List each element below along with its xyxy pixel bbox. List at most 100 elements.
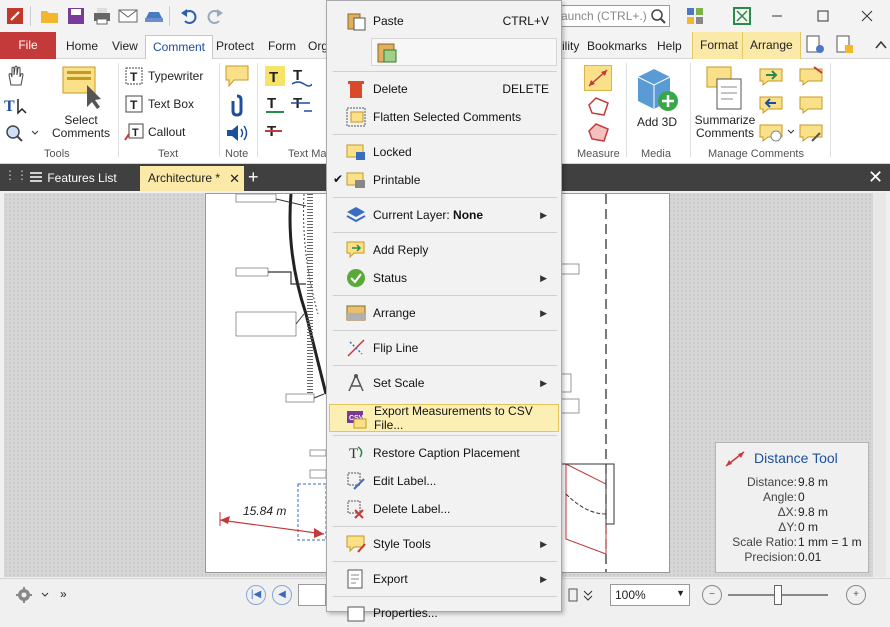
menu-item-properties[interactable]: Properties... xyxy=(329,599,559,627)
tab-protect[interactable]: Protect xyxy=(209,35,261,59)
select-text-icon[interactable]: T xyxy=(4,95,30,118)
menu-item-flip-line[interactable]: Flip Line xyxy=(329,334,559,362)
printable-label: Printable xyxy=(373,173,421,187)
maximize-button[interactable] xyxy=(800,0,846,32)
save-icon[interactable] xyxy=(65,5,87,27)
menu-item-export-csv[interactable]: CSV Export Measurements to CSV File... xyxy=(329,404,559,432)
vertical-scrollbar[interactable] xyxy=(873,193,886,577)
check-icon: ✔ xyxy=(333,172,344,186)
comment-list-icon[interactable] xyxy=(798,93,824,118)
menu-item-edit-label[interactable]: Edit Label... xyxy=(329,467,559,495)
zoom-slider-thumb[interactable] xyxy=(774,585,782,605)
text-box-button[interactable]: T Text Box xyxy=(124,93,194,115)
menu-item-restore-caption[interactable]: T Restore Caption Placement xyxy=(329,439,559,467)
previous-page-icon[interactable]: ◀ xyxy=(272,585,292,605)
underline-text-icon[interactable]: T xyxy=(290,65,313,90)
fullscreen-icon[interactable] xyxy=(731,5,753,27)
separator xyxy=(333,134,557,135)
measurement-label[interactable]: 15.84 m xyxy=(243,504,286,518)
comment-flag-icon[interactable] xyxy=(798,65,824,90)
separator xyxy=(333,197,557,198)
zoom-out-icon[interactable]: − xyxy=(702,585,722,605)
squiggly-text-icon[interactable]: T xyxy=(264,93,286,118)
menu-item-style-tools[interactable]: Style Tools ▶ xyxy=(329,530,559,558)
tab-file[interactable]: File xyxy=(0,32,56,59)
attach-file-icon[interactable] xyxy=(227,93,247,120)
open-folder-icon[interactable] xyxy=(39,5,61,27)
menu-item-status[interactable]: Status ▶ xyxy=(329,264,559,292)
replace-text-icon[interactable]: T xyxy=(290,93,314,118)
close-document-icon[interactable]: ✕ xyxy=(868,167,883,187)
menu-item-printable[interactable]: ✔ Printable xyxy=(329,166,559,194)
print-icon[interactable] xyxy=(91,5,113,27)
menu-item-current-layer[interactable]: Current Layer: None ▶ xyxy=(329,201,559,229)
new-tab-icon[interactable]: + xyxy=(248,166,259,188)
sticky-note-icon[interactable] xyxy=(225,65,249,90)
tab-features-list[interactable]: Features List xyxy=(22,166,125,191)
zoom-in-icon[interactable]: + xyxy=(846,585,866,605)
tab-format[interactable]: Format xyxy=(692,32,747,59)
scan-icon[interactable] xyxy=(143,5,165,27)
tab-arrange[interactable]: Arrange xyxy=(742,32,801,59)
email-icon[interactable] xyxy=(117,5,139,27)
collapse-ribbon-icon[interactable] xyxy=(870,34,890,56)
export-comments-icon[interactable] xyxy=(758,93,784,118)
zoom-tool-icon[interactable] xyxy=(4,123,39,146)
import-comments-icon[interactable] xyxy=(758,65,784,90)
perimeter-icon[interactable] xyxy=(586,95,612,122)
undo-icon[interactable] xyxy=(178,5,200,27)
tab-architecture[interactable]: Architecture * ✕ xyxy=(140,166,244,191)
customize-icon[interactable] xyxy=(684,5,706,27)
angle-row: Angle: 0 xyxy=(716,490,870,505)
document-sign-icon[interactable] xyxy=(834,34,856,56)
separator xyxy=(333,561,557,562)
settings-gear-icon[interactable] xyxy=(14,585,50,608)
tab-form[interactable]: Form xyxy=(261,35,303,59)
tab-view[interactable]: View xyxy=(105,35,145,59)
menu-item-paste[interactable]: Paste CTRL+V xyxy=(329,7,559,35)
typewriter-button[interactable]: T Typewriter xyxy=(124,65,203,87)
tab-home[interactable]: Home xyxy=(59,35,105,59)
summarize-comments-button[interactable]: Summarize Comments xyxy=(692,63,758,140)
view-mode-icon[interactable] xyxy=(568,587,604,606)
tab-bookmarks[interactable]: Bookmarks xyxy=(580,35,654,59)
separator xyxy=(333,435,557,436)
redo-icon[interactable] xyxy=(204,5,226,27)
select-comments-button[interactable]: Select Comments xyxy=(48,63,114,140)
first-page-icon[interactable]: |◀ xyxy=(246,585,266,605)
add-3d-button[interactable]: Add 3D xyxy=(630,63,684,129)
menu-item-delete[interactable]: Delete DELETE xyxy=(329,75,559,103)
document-users-icon[interactable] xyxy=(804,34,826,56)
typewriter-icon: T xyxy=(124,66,144,86)
hand-tool-icon[interactable] xyxy=(4,65,26,90)
strikeout-text-icon[interactable]: T xyxy=(264,121,286,146)
sound-icon[interactable] xyxy=(225,122,249,147)
menu-item-flatten[interactable]: Flatten Selected Comments xyxy=(329,103,559,131)
zoom-level-select[interactable]: 100% ▼ xyxy=(610,584,690,606)
menu-item-arrange[interactable]: Arrange ▶ xyxy=(329,299,559,327)
distance-tool-button[interactable] xyxy=(584,65,612,91)
app-logo-icon[interactable] xyxy=(4,5,26,27)
page-number-input[interactable] xyxy=(298,584,326,606)
expand-icon[interactable]: » xyxy=(60,587,67,601)
highlight-text-icon[interactable]: T xyxy=(264,65,286,90)
minimize-button[interactable] xyxy=(754,0,800,32)
comment-tools-icon[interactable] xyxy=(798,121,824,146)
menu-item-add-reply[interactable]: Add Reply xyxy=(329,236,559,264)
comment-status-icon[interactable] xyxy=(758,121,795,146)
search-input[interactable]: aunch (CTRL+.) xyxy=(556,5,670,27)
close-tab-icon[interactable]: ✕ xyxy=(229,166,240,191)
tab-help[interactable]: Help xyxy=(650,35,689,59)
area-icon[interactable] xyxy=(586,121,612,148)
tab-comment[interactable]: Comment xyxy=(145,35,214,59)
menu-item-set-scale[interactable]: Set Scale ▶ xyxy=(329,369,559,397)
search-icon[interactable] xyxy=(650,8,666,27)
callout-button[interactable]: T Callout xyxy=(124,121,185,143)
menu-item-delete-label[interactable]: Delete Label... xyxy=(329,495,559,523)
printable-icon xyxy=(345,169,367,191)
close-window-button[interactable] xyxy=(844,0,890,32)
search-placeholder: aunch (CTRL+.) xyxy=(561,9,647,23)
menu-item-locked[interactable]: Locked xyxy=(329,138,559,166)
menu-item-export[interactable]: Export ▶ xyxy=(329,565,559,593)
paste-special-button[interactable] xyxy=(371,38,557,66)
